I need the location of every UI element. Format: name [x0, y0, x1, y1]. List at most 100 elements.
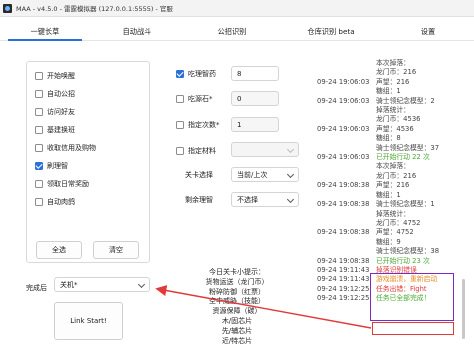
- log-message: 骑士领纪念模型：37: [376, 143, 440, 152]
- log-entry: 09-24 19:06:03 声望：4536: [317, 125, 457, 134]
- remaining-sanity-select[interactable]: 不选择: [231, 192, 299, 207]
- log-timestamp: 09-24 19:08:38: [317, 200, 370, 209]
- hint-line: 资源保障（碳）: [212, 307, 262, 316]
- app-icon: [3, 3, 12, 13]
- tab-depot[interactable]: 仓库识别 beta: [280, 25, 382, 40]
- log-message: 已开始行动 23 次: [376, 256, 430, 265]
- stage-hint: 今日关卡小提示： 货物运送（龙门币） 粉碎防御（红票） 空中威胁（技能） 资源保…: [197, 268, 277, 346]
- log-entry: 09-24 19:06:03 声望：216: [317, 78, 457, 87]
- sanity-potion-checkbox[interactable]: [176, 70, 184, 78]
- log-timestamp: 09-24 19:12:25: [317, 294, 370, 303]
- task-checkbox[interactable]: [35, 198, 43, 206]
- task-checkbox[interactable]: [35, 180, 43, 188]
- task-item-base-shift[interactable]: 基建换班: [35, 124, 75, 136]
- log-timestamp: 09-24 19:11:43: [317, 265, 370, 274]
- log-message: 龙门币：216: [376, 68, 417, 77]
- link-start-button[interactable]: Link Start!: [54, 302, 123, 340]
- task-checkbox[interactable]: [35, 72, 43, 80]
- annotation-highlight-box: [370, 273, 454, 321]
- hint-line: 空中威胁（技能）: [209, 297, 265, 306]
- finish-action-label: 完成后: [26, 284, 47, 292]
- originium-count-input[interactable]: 0: [231, 91, 279, 106]
- scrollbar-thumb[interactable]: [462, 279, 465, 339]
- log-message: 掉落统计：: [376, 209, 410, 218]
- finish-action-select[interactable]: 关机*: [54, 277, 150, 292]
- remaining-sanity-value: 不选择: [237, 195, 258, 204]
- specify-material-row[interactable]: 指定材料: [176, 146, 216, 156]
- log-message: 声望：216: [376, 77, 410, 86]
- sanity-potion-row[interactable]: 吃理智药: [176, 69, 216, 79]
- task-item-daily-rewards[interactable]: 领取日常奖励: [35, 178, 89, 190]
- clear-button[interactable]: 清空: [93, 241, 139, 259]
- log-message: 龙门币：216: [376, 171, 417, 180]
- chevron-down-icon: [286, 170, 295, 179]
- task-item-fight[interactable]: 刷理智: [35, 160, 68, 172]
- task-item-wakeup[interactable]: 开始唤醒: [35, 70, 75, 82]
- select-all-button[interactable]: 全选: [36, 241, 82, 259]
- log-entry: 龙门币：216: [317, 172, 457, 181]
- log-message: 糖组：1: [376, 190, 401, 199]
- specify-material-checkbox[interactable]: [176, 147, 184, 155]
- log-entry: 糖组：9: [317, 238, 457, 247]
- task-item-roguelike[interactable]: 自动肉鸽: [35, 196, 75, 208]
- chevron-down-icon: [286, 145, 295, 154]
- task-label: 刷理智: [47, 162, 68, 170]
- stage-select-value: 当前/上次: [237, 170, 268, 179]
- log-entry: 糖组：8: [317, 134, 457, 143]
- log-message: 骑士领纪念模型：2: [376, 96, 435, 105]
- log-entry: 龙门币：216: [317, 68, 457, 77]
- log-entry: 掉落统计：: [317, 210, 457, 219]
- task-checkbox[interactable]: [35, 108, 43, 116]
- log-entry: 09-24 19:08:38 声望：216: [317, 181, 457, 190]
- log-entry: 本次掉落：: [317, 59, 457, 68]
- task-label: 开始唤醒: [47, 72, 75, 80]
- log-message: 已开始行动 22 次: [376, 153, 430, 162]
- log-entry: 龙门币：4536: [317, 115, 457, 124]
- task-item-credit-shop[interactable]: 收取信用及购物: [35, 142, 96, 154]
- originium-checkbox[interactable]: [176, 95, 184, 103]
- log-timestamp: 09-24 19:11:43: [317, 275, 370, 284]
- log-message: 声望：4536: [376, 124, 414, 133]
- sanity-potion-count-input[interactable]: 8: [231, 66, 279, 81]
- sanity-potion-label: 吃理智药: [188, 70, 216, 78]
- log-scrollbar[interactable]: [462, 59, 465, 345]
- tab-recruit[interactable]: 公招识别: [184, 25, 280, 40]
- specify-times-label: 指定次数*: [188, 121, 220, 129]
- log-timestamp: 09-24 19:06:03: [317, 153, 370, 162]
- log-message: 糖组：8: [376, 134, 401, 143]
- log-message: 糖组：1: [376, 87, 401, 96]
- log-entry: 骑士领纪念模型：38: [317, 247, 457, 256]
- tab-one-click[interactable]: 一键长草: [0, 25, 90, 41]
- log-timestamp: 09-24 19:08:38: [317, 256, 370, 265]
- task-checkbox[interactable]: [35, 90, 43, 98]
- task-checkbox[interactable]: [35, 126, 43, 134]
- log-entry: 糖组：1: [317, 87, 457, 96]
- task-checkbox[interactable]: [35, 144, 43, 152]
- hint-line: 粉碎防御（红票）: [209, 287, 265, 296]
- task-label: 自动肉鸽: [47, 198, 75, 206]
- task-item-recruit[interactable]: 自动公招: [35, 88, 75, 100]
- stage-select[interactable]: 当前/上次: [231, 167, 299, 182]
- log-entry: 糖组：1: [317, 191, 457, 200]
- specify-times-input[interactable]: 1: [231, 117, 279, 132]
- log-message: 骑士领纪念模型：38: [376, 247, 440, 256]
- log-timestamp: 09-24 19:06:03: [317, 124, 370, 133]
- log-timestamp: 09-24 19:12:25: [317, 284, 370, 293]
- log-message: 掉落统计：: [376, 106, 410, 115]
- task-item-visit-friends[interactable]: 访问好友: [35, 106, 75, 118]
- finish-action-value: 关机*: [60, 280, 78, 289]
- log-message: 糖组：9: [376, 237, 401, 246]
- log-message: 龙门币：4536: [376, 115, 421, 124]
- tab-settings[interactable]: 设置: [382, 25, 474, 40]
- task-label: 基建换班: [47, 126, 75, 134]
- log-timestamp: 09-24 19:08:38: [317, 228, 370, 237]
- task-checkbox[interactable]: [35, 162, 43, 170]
- hint-line: 木/固芯片: [221, 316, 253, 325]
- originium-row[interactable]: 吃源石*: [176, 94, 213, 104]
- log-message: 本次掉落：: [376, 59, 410, 67]
- tab-auto-battle[interactable]: 自动战斗: [90, 25, 184, 40]
- specify-times-row[interactable]: 指定次数*: [176, 120, 220, 130]
- specify-times-checkbox[interactable]: [176, 121, 184, 129]
- material-select[interactable]: [231, 142, 299, 157]
- chevron-down-icon: [286, 195, 295, 204]
